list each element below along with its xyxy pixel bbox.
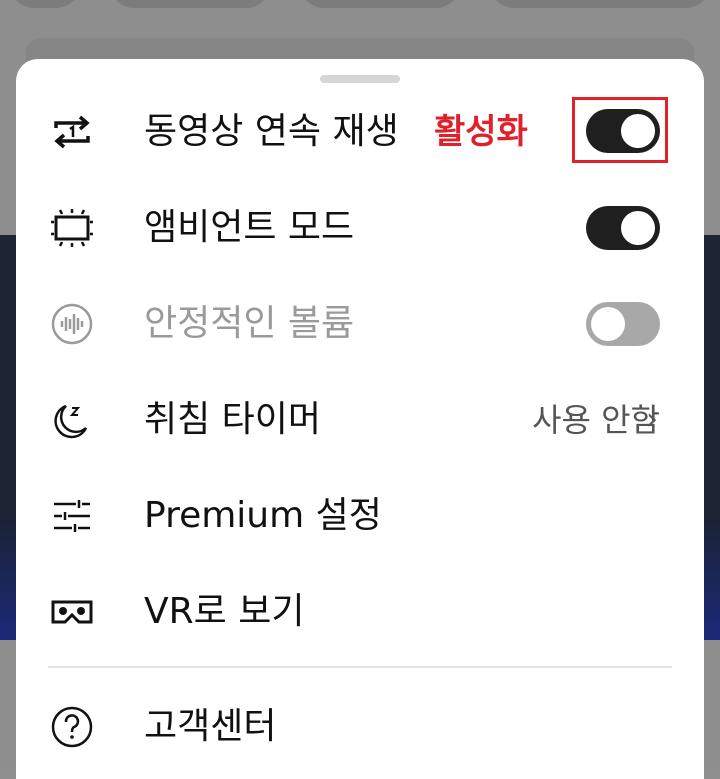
settings-bottom-sheet: 동영상 연속 재생 활성화 앰비언트 모드 안정적인 볼륨 취침 타이머 사용 …	[16, 59, 704, 779]
sliders-icon	[50, 496, 94, 536]
highlight-box	[572, 97, 668, 163]
ambient-mode-toggle[interactable]	[586, 206, 660, 250]
moon-zzz-icon	[50, 400, 94, 440]
menu-item-label: VR로 보기	[144, 591, 305, 632]
menu-item-label: 안정적인 볼륨	[144, 303, 355, 344]
sleep-timer-value: 사용 안함	[532, 401, 660, 439]
ambient-screen-icon	[50, 208, 94, 248]
drag-handle[interactable]	[320, 75, 400, 83]
waveform-icon	[50, 303, 94, 345]
menu-item-ambient-mode[interactable]: 앰비언트 모드	[16, 180, 704, 276]
menu-item-label: 동영상 연속 재생	[144, 111, 399, 152]
menu-item-sleep-timer[interactable]: 취침 타이머 사용 안함	[16, 372, 704, 468]
activated-annotation: 활성화	[434, 112, 528, 152]
background-chip	[490, 0, 710, 8]
chevron-right-icon: ›	[646, 402, 658, 437]
menu-item-label: 고객센터	[144, 706, 277, 747]
menu-item-premium-settings[interactable]: Premium 설정	[16, 468, 704, 564]
repeat-one-icon	[50, 112, 94, 152]
menu-item-label: 취침 타이머	[144, 399, 322, 440]
menu-item-label: Premium 설정	[144, 495, 382, 536]
menu-item-label: 앰비언트 모드	[144, 207, 355, 248]
help-circle-icon	[50, 706, 94, 748]
stable-volume-toggle[interactable]	[586, 302, 660, 346]
vr-headset-icon	[50, 592, 94, 632]
toggle-knob	[621, 211, 655, 245]
background-chip	[300, 0, 460, 8]
toggle-knob	[591, 307, 625, 341]
menu-item-stable-volume[interactable]: 안정적인 볼륨	[16, 276, 704, 372]
background-chip	[110, 0, 270, 8]
menu-item-help-center[interactable]: 고객센터	[16, 679, 704, 775]
menu-item-vr[interactable]: VR로 보기	[16, 564, 704, 660]
divider	[48, 666, 672, 668]
